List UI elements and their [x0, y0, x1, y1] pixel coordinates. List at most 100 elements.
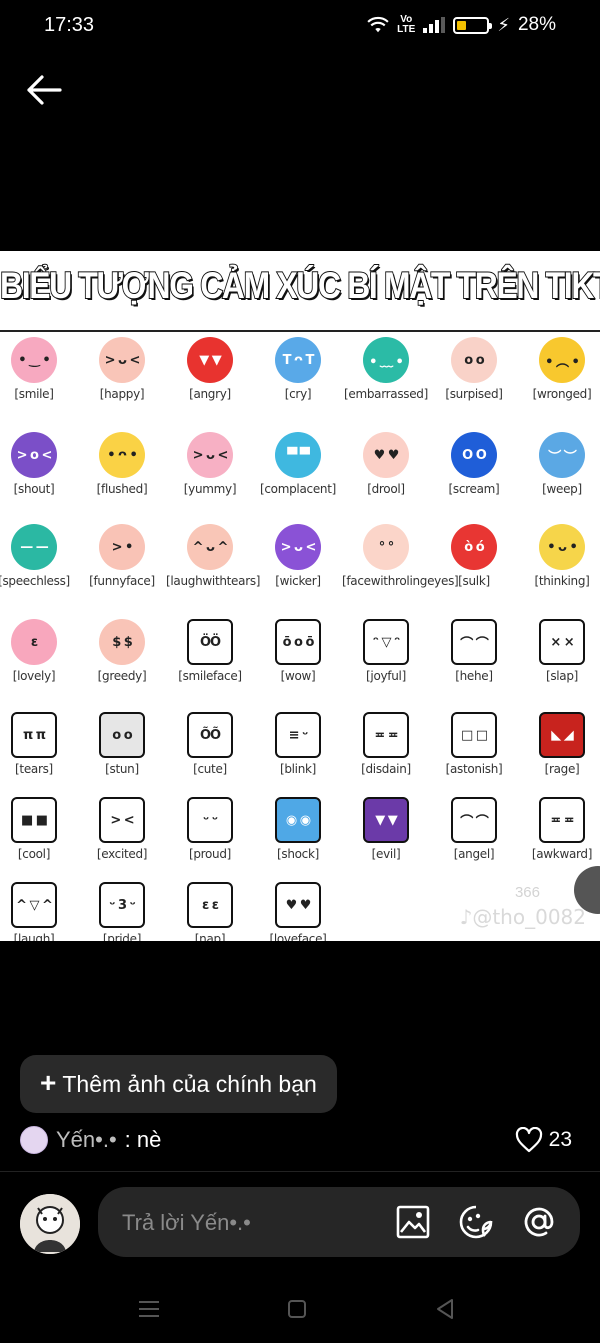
- current-user-avatar[interactable]: [20, 1194, 80, 1254]
- emoji-label: [drool]: [367, 482, 405, 496]
- emoji-cell: > ᴗ < [happy]: [78, 337, 166, 401]
- battery-percent: 28%: [517, 14, 556, 35]
- emoji-label: [cool]: [17, 847, 51, 861]
- emoji-expression: > o <: [16, 447, 53, 463]
- emoji-face-icon: ° °: [363, 524, 409, 570]
- emoji-face-icon: ^ ▽ ^: [11, 882, 57, 928]
- emoji-label: [speechless]: [0, 574, 70, 588]
- emoji-label: [slap]: [545, 669, 579, 683]
- back-arrow-icon[interactable]: [24, 72, 64, 108]
- emoji-face-icon: • ︵ •: [539, 337, 585, 383]
- emoji-face-icon: o o: [451, 337, 497, 383]
- wifi-icon: [367, 16, 389, 33]
- emoji-label: [excited]: [96, 847, 148, 861]
- emoji-expression: ≡ ᵕ: [288, 727, 309, 743]
- emoji-label: [happy]: [99, 387, 145, 401]
- emoji-cell: • ᴖ • [flushed]: [78, 432, 166, 496]
- emoji-label: [tears]: [15, 762, 53, 776]
- emoji-expression: ^ ▽ ^: [16, 897, 53, 913]
- emoji-label: [astonish]: [445, 762, 503, 776]
- like-button[interactable]: 23: [515, 1125, 572, 1155]
- post-image[interactable]: BIỂU TƯỢNG CẢM XÚC BÍ MẬT TRÊN TIKTOK • …: [0, 251, 600, 941]
- emoji-cell: ° ° [facewithrolingeyes]: [342, 524, 459, 588]
- emoji-label: [laugh]: [13, 932, 55, 941]
- emoji-cell: > • [funnyface]: [78, 524, 166, 588]
- emoji-face-icon: ᵕ ᵕ: [187, 797, 233, 843]
- emoji-cell: ^ ᴗ ^ [laughwithtears]: [166, 524, 260, 588]
- emoji-expression: ▼ ▼: [375, 812, 398, 828]
- emoji-label: [rage]: [544, 762, 580, 776]
- emoji-expression: > •: [111, 539, 134, 555]
- emoji-face-icon: > ᴗ <: [275, 524, 321, 570]
- emoji-face-icon: ε ε: [187, 882, 233, 928]
- emoji-expression: — —: [20, 539, 49, 555]
- emoji-cell: ^ ▽ ^ [laugh]: [0, 882, 78, 941]
- image-icon[interactable]: [395, 1204, 431, 1240]
- emoji-face-icon: ▼ ▼: [187, 337, 233, 383]
- emoji-expression: > <: [110, 812, 134, 828]
- poster-divider: [0, 330, 600, 332]
- emoji-label: [flushed]: [96, 482, 148, 496]
- emoji-expression: o o: [112, 727, 132, 743]
- emoji-label: [angry]: [189, 387, 231, 401]
- emoji-face-icon: ▀ ▀: [275, 432, 321, 478]
- recent-apps-icon[interactable]: [136, 1296, 162, 1322]
- emoji-label: [loveface]: [269, 932, 327, 941]
- emoji-label: [wronged]: [532, 387, 592, 401]
- volte-icon: Vo LTE: [397, 14, 416, 35]
- emoji-face-icon: × ×: [539, 619, 585, 665]
- emoji-face-icon: — —: [11, 524, 57, 570]
- caption-username[interactable]: Yến•.•: [56, 1127, 117, 1153]
- add-own-photo-button[interactable]: + Thêm ảnh của chính bạn: [20, 1055, 337, 1113]
- emoji-cell: ᵕ 3 ᵕ [pride]: [78, 882, 166, 941]
- emoji-cell: • ‿ • [smile]: [0, 337, 78, 401]
- emoji-expression: • ﹏ •: [369, 354, 404, 370]
- sticker-icon[interactable]: [458, 1204, 494, 1240]
- emoji-label: [weep]: [542, 482, 582, 496]
- emoji-label: [awkward]: [531, 847, 593, 861]
- status-bar: 17:33 Vo LTE ⚡ 28%: [0, 0, 600, 54]
- emoji-label: [shout]: [13, 482, 55, 496]
- signal-icon: [423, 17, 446, 33]
- add-own-photo-label: Thêm ảnh của chính bạn: [62, 1070, 317, 1097]
- emoji-label: [sulk]: [458, 574, 490, 588]
- emoji-cell: o o [surpised]: [430, 337, 518, 401]
- heart-icon: [515, 1127, 542, 1153]
- reply-input[interactable]: [120, 1187, 374, 1259]
- emoji-label: [thinking]: [534, 574, 590, 588]
- plus-icon: +: [40, 1066, 57, 1098]
- emoji-face-icon: ÕÕ: [187, 712, 233, 758]
- emoji-expression: • ᴖ •: [107, 447, 138, 463]
- emoji-label: [lovely]: [12, 669, 56, 683]
- clock: 17:33: [44, 14, 95, 36]
- emoji-expression: > ᴗ <: [192, 447, 229, 463]
- emoji-label: [yummy]: [183, 482, 237, 496]
- emoji-expression: π π: [22, 727, 46, 743]
- emoji-expression: ᵕ 3 ᵕ: [109, 897, 136, 913]
- faint-view-count: 366: [514, 884, 540, 901]
- emoji-face-icon: ō o ō: [275, 619, 321, 665]
- emoji-expression: ◣ ◢: [551, 727, 574, 743]
- home-icon[interactable]: [284, 1296, 310, 1322]
- emoji-expression: ᵕ ᵕ: [202, 812, 218, 828]
- emoji-cell: o o [stun]: [78, 712, 166, 776]
- emoji-cell: > ᴗ < [yummy]: [166, 432, 254, 496]
- emoji-cell: ♥ ♥ [drool]: [342, 432, 430, 496]
- emoji-cell: ε [lovely]: [0, 619, 78, 683]
- emoji-label: [pride]: [102, 932, 142, 941]
- emoji-expression: T ᴖ T: [282, 352, 315, 368]
- mention-icon[interactable]: [521, 1204, 557, 1240]
- back-icon[interactable]: [432, 1296, 458, 1322]
- emoji-expression: • ︵ •: [545, 354, 580, 370]
- emoji-face-icon: ◉ ◉: [275, 797, 321, 843]
- emoji-expression: ÕÕ: [199, 727, 221, 743]
- emoji-expression: ≖ ≖: [550, 812, 574, 828]
- emoji-expression: ε: [30, 634, 38, 650]
- emoji-face-icon: ≖ ≖: [363, 712, 409, 758]
- caption-avatar[interactable]: [20, 1126, 48, 1154]
- emoji-face-icon: o o: [99, 712, 145, 758]
- emoji-face-icon: ᵕ 3 ᵕ: [99, 882, 145, 928]
- emoji-face-icon: > •: [99, 524, 145, 570]
- emoji-expression: ♥ ♥: [285, 897, 312, 913]
- emoji-expression: • ᴗ •: [547, 539, 578, 555]
